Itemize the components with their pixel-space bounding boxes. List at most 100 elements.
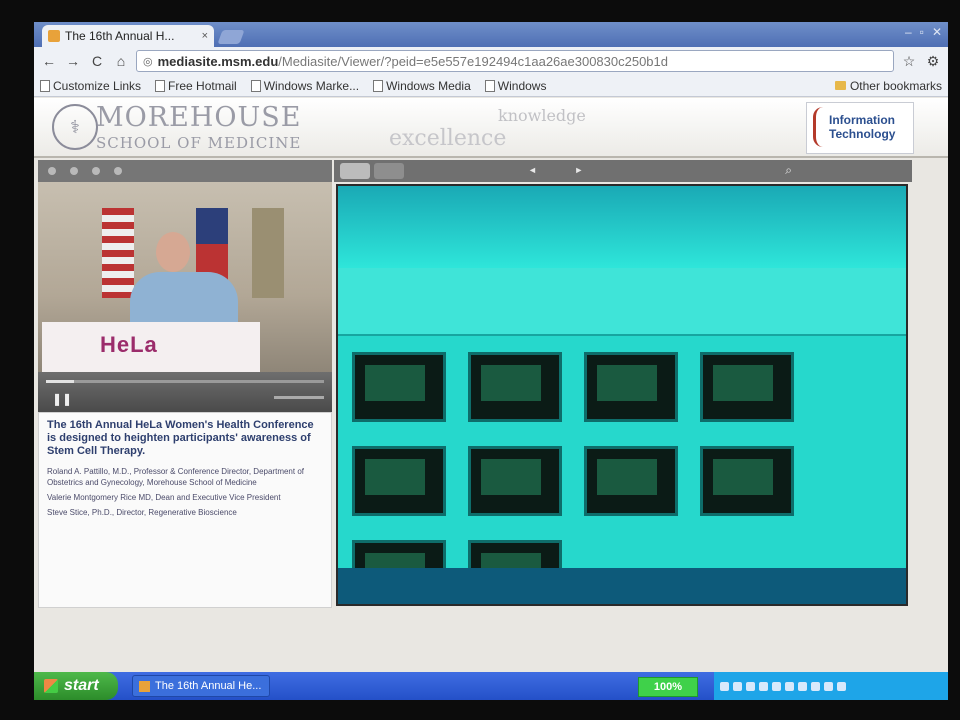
new-tab-button[interactable]: [217, 30, 245, 44]
page-icon: ◎: [143, 55, 153, 68]
podium-text: HeLa: [100, 332, 158, 357]
browser-icon: [139, 680, 150, 692]
school-subtitle: SCHOOL OF MEDICINE: [96, 134, 302, 152]
close-window-icon[interactable]: ✕: [932, 25, 942, 39]
tray-icon[interactable]: [772, 681, 781, 691]
search-icon[interactable]: ⌕: [785, 163, 792, 178]
reload-icon[interactable]: C: [88, 53, 106, 69]
browser-toolbar: ← → C ⌂ ◎ mediasite.msm.edu /Mediasite/V…: [34, 47, 948, 75]
address-bar[interactable]: ◎ mediasite.msm.edu /Mediasite/Viewer/?p…: [136, 50, 894, 72]
tray-icon[interactable]: [759, 681, 768, 691]
windows-taskbar: start The 16th Annual He... 100%: [34, 672, 948, 700]
bookmark-star-icon[interactable]: ☆: [900, 53, 918, 70]
minimize-icon[interactable]: –: [905, 25, 912, 39]
presentation-details: The 16th Annual HeLa Women's Health Conf…: [38, 412, 332, 608]
maximize-icon[interactable]: ▫: [920, 25, 924, 39]
slide-thumbnail: [352, 352, 446, 422]
school-name: MOREHOUSE: [96, 102, 302, 133]
bookmark-label: Windows Media: [386, 78, 471, 93]
slide-desktop-background: [338, 186, 906, 268]
tray-icon[interactable]: [733, 681, 742, 691]
slide-thumbnail: [352, 446, 446, 516]
tab-title: The 16th Annual H...: [65, 29, 175, 43]
bookmark-label: Free Hotmail: [168, 78, 237, 93]
tray-icon[interactable]: [785, 681, 794, 691]
presenter-head: [156, 232, 190, 272]
us-flag: [102, 208, 134, 298]
slide-powerpoint-window: [338, 268, 906, 604]
window-controls: – ▫ ✕: [905, 25, 942, 39]
url-path: /Mediasite/Viewer/?peid=e5e557e192494c1a…: [278, 53, 668, 69]
playback-scrubber[interactable]: [46, 380, 324, 383]
home-icon[interactable]: ⌂: [112, 53, 130, 69]
bookmark-label: Windows Marke...: [263, 78, 360, 93]
motto-large: excellence: [389, 126, 507, 151]
tab-close-icon[interactable]: ×: [202, 30, 208, 42]
player-controls: ❚❚: [38, 372, 332, 412]
taskbar-window-title: The 16th Annual He...: [155, 680, 262, 692]
tray-icon[interactable]: [837, 681, 846, 691]
tray-icon[interactable]: [811, 681, 820, 691]
start-button[interactable]: start: [34, 672, 118, 700]
bookmark-label: Customize Links: [53, 78, 142, 93]
browser-tab-strip: The 16th Annual H... × – ▫ ✕: [34, 22, 948, 47]
browser-tab[interactable]: The 16th Annual H... ×: [42, 25, 214, 47]
slide-thumbnail: [584, 446, 678, 516]
toolbar-icon[interactable]: [48, 167, 56, 175]
video-panel: HeLa ❚❚ The 16th Annual HeLa Women's Hea…: [38, 160, 332, 610]
bookmarks-bar: Customize Links Free Hotmail Windows Mar…: [34, 75, 948, 97]
bookmark-item[interactable]: Windows: [484, 79, 546, 93]
bookmark-item[interactable]: Windows Media: [373, 79, 471, 93]
tray-icon[interactable]: [746, 681, 755, 691]
page-icon: [250, 79, 261, 92]
slide-taskbar: [338, 568, 906, 604]
zoom-level[interactable]: 100%: [638, 677, 698, 697]
favicon-icon: [48, 30, 60, 42]
tray-icon[interactable]: [824, 681, 833, 691]
desktop-screen: The 16th Annual H... × – ▫ ✕ ← → C ⌂ ◎ m…: [34, 22, 948, 700]
presenter-entry: Steve Stice, Ph.D., Director, Regenerati…: [47, 508, 237, 517]
playback-progress: [46, 380, 74, 383]
slide-thumbnail: [700, 446, 794, 516]
presentation-description: The 16th Annual HeLa Women's Health Conf…: [47, 419, 314, 457]
page-icon: [40, 79, 50, 92]
tray-icon[interactable]: [720, 681, 729, 691]
school-seal-icon: ⚕: [52, 104, 98, 150]
slide-view-tab[interactable]: [340, 163, 370, 179]
slide-navigator[interactable]: ◄ ►: [528, 165, 583, 175]
page-icon: [373, 79, 384, 92]
taskbar-window-button[interactable]: The 16th Annual He...: [132, 675, 270, 697]
slide-ribbon: [338, 268, 906, 336]
toolbar-icon[interactable]: [70, 167, 78, 175]
other-bookmarks[interactable]: Other bookmarks: [834, 79, 942, 93]
thumbnail-view-tab[interactable]: [374, 163, 404, 179]
presenter-entry: Roland A. Pattillo, M.D., Professor & Co…: [47, 467, 304, 487]
presenter-video[interactable]: HeLa: [38, 182, 332, 372]
current-slide: [336, 184, 908, 606]
system-tray: [714, 672, 948, 700]
toolbar-icon[interactable]: [114, 167, 122, 175]
volume-slider[interactable]: [274, 396, 324, 399]
video-toolbar: [38, 160, 332, 182]
bookmark-item[interactable]: Windows Marke...: [250, 78, 360, 93]
slide-thumbnail: [700, 352, 794, 422]
forward-icon[interactable]: →: [64, 53, 82, 69]
slide-panel: ◄ ► ⌕: [334, 160, 912, 612]
back-icon[interactable]: ←: [40, 53, 58, 69]
slide-thumbnail: [468, 352, 562, 422]
toolbar-icon[interactable]: [92, 167, 100, 175]
institution-flag: [252, 208, 284, 298]
slide-thumbnail: [468, 446, 562, 516]
folder-icon: [834, 81, 846, 90]
tray-icon[interactable]: [798, 681, 807, 691]
page-icon: [155, 79, 166, 92]
bookmark-item[interactable]: Free Hotmail: [155, 79, 237, 93]
url-host: mediasite.msm.edu: [157, 53, 279, 69]
bookmark-item[interactable]: Customize Links: [40, 79, 141, 93]
it-logo: Information Technology: [806, 102, 914, 154]
site-banner: ⚕ MOREHOUSE SCHOOL OF MEDICINE knowledge…: [34, 98, 948, 158]
pause-icon[interactable]: ❚❚: [52, 392, 72, 406]
motto-small: knowledge: [498, 106, 586, 125]
page-icon: [484, 79, 495, 92]
wrench-icon[interactable]: ⚙: [924, 53, 942, 70]
